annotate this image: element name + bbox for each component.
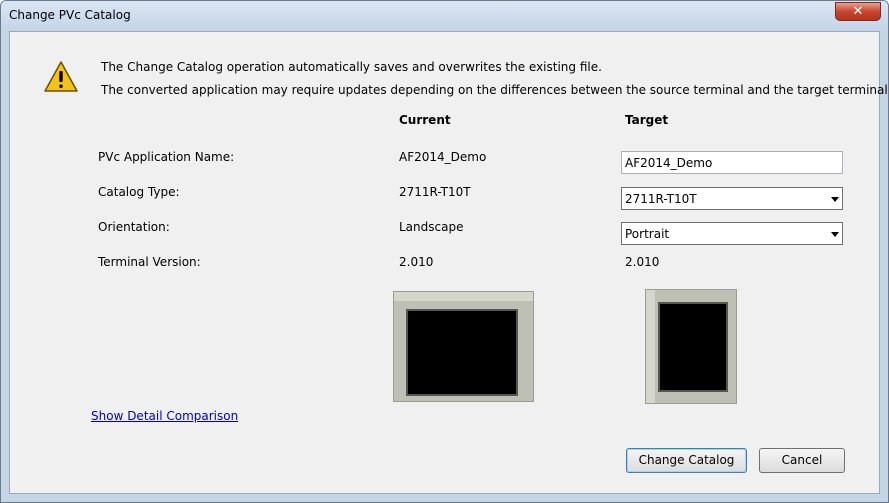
catalog-type-select[interactable]: 2711R-T10T [621, 187, 843, 210]
window-title: Change PVc Catalog [9, 8, 131, 22]
close-icon: ✕ [852, 4, 864, 19]
warning-message-line2: The converted application may require up… [101, 83, 889, 97]
app-name-label: PVc Application Name: [98, 150, 235, 164]
cancel-button[interactable]: Cancel [759, 448, 845, 473]
column-header-current: Current [399, 113, 451, 127]
show-detail-comparison-link[interactable]: Show Detail Comparison [91, 409, 238, 423]
close-button[interactable]: ✕ [835, 2, 881, 21]
chevron-down-icon [831, 232, 839, 237]
catalog-type-selected: 2711R-T10T [625, 192, 697, 206]
warning-message-line1: The Change Catalog operation automatical… [101, 60, 602, 74]
orientation-select[interactable]: Portrait [621, 222, 843, 245]
dialog-window: Change PVc Catalog ✕ The Change Catalog … [0, 0, 889, 503]
warning-icon [44, 61, 78, 92]
terminal-version-target: 2.010 [625, 255, 660, 269]
current-terminal-preview [393, 291, 534, 402]
catalog-type-current: 2711R-T10T [399, 185, 471, 199]
terminal-version-current: 2.010 [399, 255, 434, 269]
terminal-side-bar [646, 290, 655, 403]
orientation-selected: Portrait [625, 227, 670, 241]
terminal-version-label: Terminal Version: [98, 255, 201, 269]
orientation-current: Landscape [399, 220, 464, 234]
column-header-target: Target [625, 113, 669, 127]
app-name-target-input[interactable]: AF2014_Demo [621, 151, 843, 174]
chevron-down-icon [831, 197, 839, 202]
app-name-current: AF2014_Demo [399, 150, 487, 164]
change-catalog-button[interactable]: Change Catalog [626, 448, 747, 473]
app-name-target-value: AF2014_Demo [625, 156, 713, 170]
terminal-header-bar [394, 292, 533, 301]
title-bar[interactable]: Change PVc Catalog ✕ [1, 1, 888, 31]
terminal-screen [406, 309, 518, 396]
dialog-body: The Change Catalog operation automatical… [9, 31, 888, 494]
terminal-screen [658, 302, 728, 392]
catalog-type-label: Catalog Type: [98, 185, 180, 199]
orientation-label: Orientation: [98, 220, 170, 234]
target-terminal-preview [645, 289, 737, 404]
